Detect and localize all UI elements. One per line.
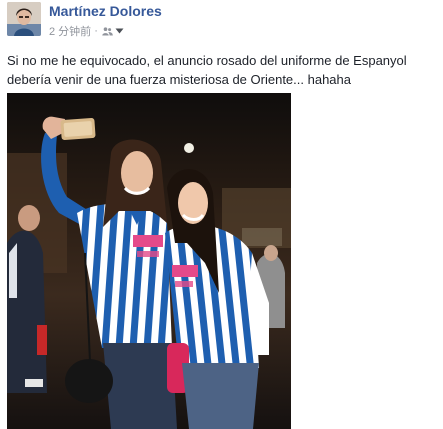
post-text: Si no me he equivocado, el anuncio rosad… [7, 53, 407, 87]
author-avatar[interactable] [7, 2, 41, 36]
author-name-link[interactable]: Martínez Dolores [49, 3, 162, 19]
meta-separator: · [94, 25, 98, 37]
caret-down-icon [115, 28, 124, 34]
avatar-image [7, 2, 41, 36]
post-photo[interactable] [7, 93, 291, 429]
photo-selfie-espanyol-fans [7, 93, 291, 429]
friends-icon [102, 26, 113, 35]
post-timestamp[interactable]: 2 分钟前 [49, 23, 91, 39]
facebook-post: Martínez Dolores 2 分钟前 · Si no me he equ… [0, 0, 443, 429]
audience-selector[interactable] [102, 26, 124, 36]
post-meta: 2 分钟前 · [49, 24, 124, 38]
